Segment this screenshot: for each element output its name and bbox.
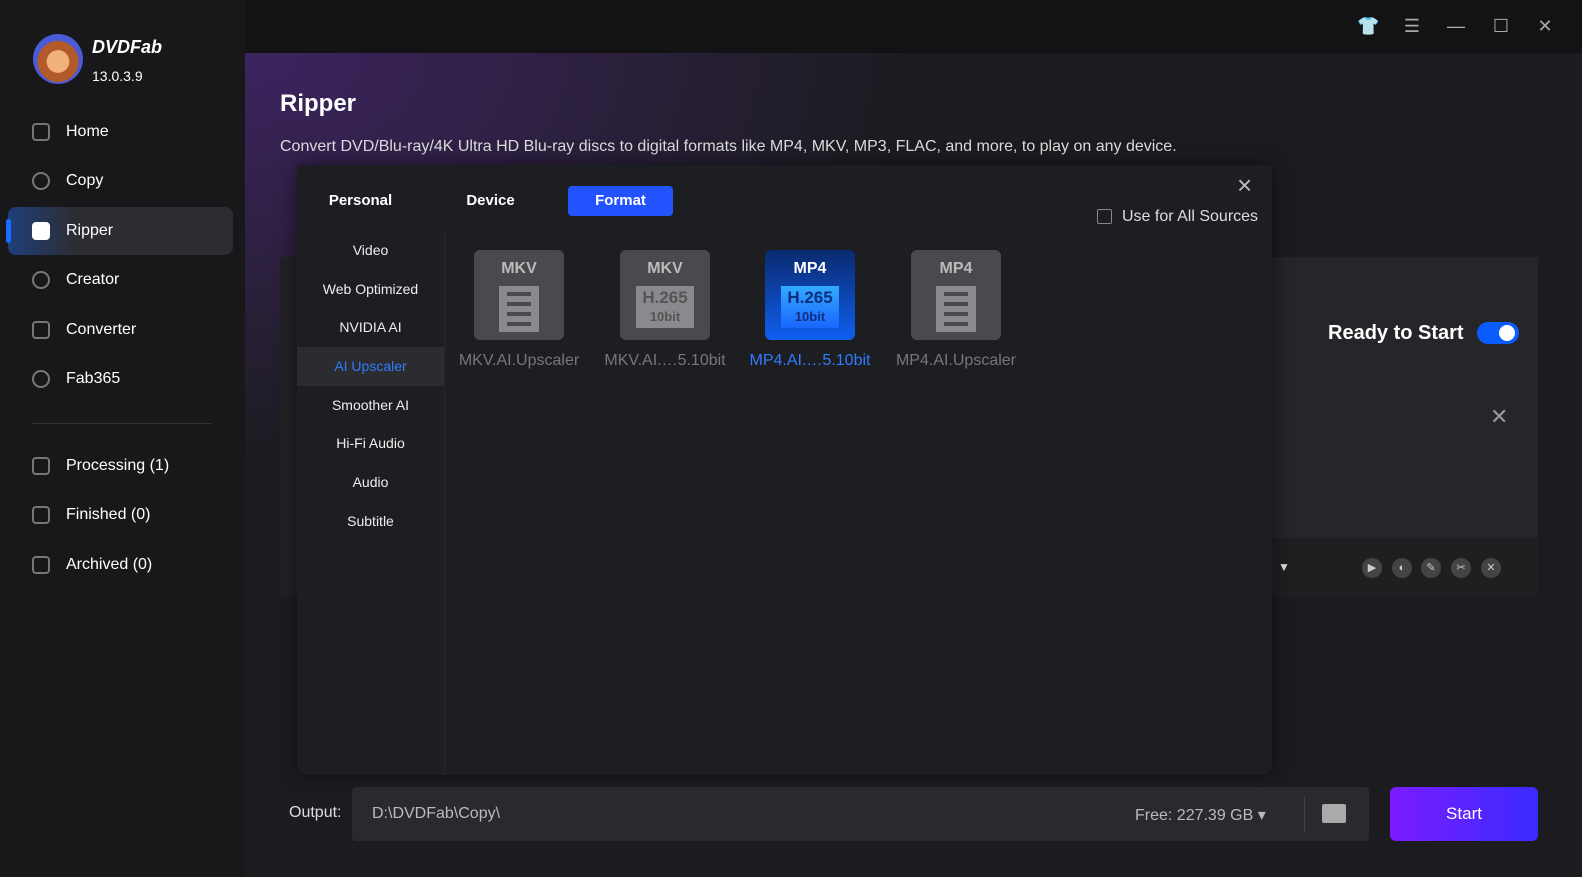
delete-icon[interactable]: ✕: [1481, 558, 1501, 578]
label: Converter: [66, 321, 137, 338]
skin-icon[interactable]: 👕: [1357, 16, 1379, 36]
menu-icon[interactable]: ☰: [1402, 16, 1422, 36]
copy-icon: [32, 172, 50, 190]
mkv-h265-icon: MKV H.265 10bit: [620, 250, 710, 340]
sidebar-item-finished[interactable]: Finished (0): [8, 491, 233, 539]
tab-format[interactable]: Format: [568, 186, 673, 216]
close-dialog-icon[interactable]: ×: [1237, 170, 1252, 201]
category-web-optimized[interactable]: Web Optimized: [297, 270, 444, 309]
format-label: MP4.AI.…5.10bit: [749, 352, 871, 369]
format-mkv-h265-10bit[interactable]: MKV H.265 10bit MKV.AI.…5.10bit: [595, 250, 735, 370]
divider: [32, 423, 212, 424]
format-mkv-ai-upscaler[interactable]: MKV MKV.AI.Upscaler: [449, 250, 589, 370]
home-icon: [32, 123, 50, 141]
task-settings: [1273, 258, 1538, 538]
fab365-icon: [32, 370, 50, 388]
codec: H.265: [787, 288, 833, 307]
label: Processing (1): [66, 457, 170, 474]
processing-icon: [32, 457, 50, 475]
bit: 10bit: [794, 309, 826, 324]
category-video[interactable]: Video: [297, 231, 444, 270]
title-bar: [245, 0, 1582, 53]
mp4-format-icon: MP4: [911, 250, 1001, 340]
ready-toggle[interactable]: [1477, 322, 1519, 344]
dvdfab-logo: [33, 34, 83, 84]
badge: MKV: [647, 260, 683, 277]
category-subtitle[interactable]: Subtitle: [297, 502, 444, 541]
badge: MP4: [939, 260, 973, 277]
sidebar-item-copy[interactable]: Copy: [8, 157, 233, 205]
label: Home: [66, 123, 109, 140]
profile-dialog: Personal Device Format × Use for All Sou…: [297, 165, 1272, 775]
tab-personal[interactable]: Personal: [313, 186, 408, 216]
label: Ripper: [66, 222, 114, 239]
output-path: D:\DVDFab\Copy\: [372, 805, 501, 822]
free-space-dropdown[interactable]: Free: 227.39 GB ▾: [1135, 805, 1266, 825]
remove-task-icon[interactable]: ✕: [1490, 404, 1508, 430]
category-audio[interactable]: Audio: [297, 463, 444, 502]
label: Fab365: [66, 370, 121, 387]
finished-icon: [32, 506, 50, 524]
sidebar-item-ripper[interactable]: Ripper: [6, 207, 233, 255]
bit: 10bit: [649, 309, 681, 324]
maximize-icon[interactable]: ☐: [1491, 16, 1511, 36]
archived-icon: [32, 556, 50, 574]
badge: MKV: [501, 260, 537, 277]
creator-icon: [32, 271, 50, 289]
output-path-field[interactable]: D:\DVDFab\Copy\ Free: 227.39 GB ▾: [352, 787, 1369, 841]
sidebar-item-creator[interactable]: Creator: [8, 256, 233, 304]
ripper-icon: [32, 222, 50, 240]
mkv-format-icon: MKV: [474, 250, 564, 340]
label: Finished (0): [66, 506, 151, 523]
format-mp4-h265-10bit[interactable]: MP4 H.265 10bit MP4.AI.…5.10bit: [740, 250, 880, 370]
format-label: MP4.AI.Upscaler: [895, 352, 1017, 369]
label: Creator: [66, 271, 120, 288]
sidebar-item-home[interactable]: Home: [8, 108, 233, 156]
folder-icon[interactable]: [1322, 804, 1346, 823]
edit-icon[interactable]: ✎: [1421, 558, 1441, 578]
brand-name: DVDFab: [92, 37, 163, 57]
badge: MP4: [793, 260, 827, 277]
play-icon[interactable]: ▶: [1362, 558, 1382, 578]
category-smoother-ai[interactable]: Smoother AI: [297, 386, 444, 425]
task-status: Ready to Start: [1328, 322, 1464, 344]
page-title: Ripper: [280, 90, 357, 117]
format-label: MKV.AI.Upscaler: [458, 352, 580, 369]
minimize-icon[interactable]: —: [1446, 16, 1466, 36]
start-button[interactable]: Start: [1390, 787, 1538, 841]
format-mp4-ai-upscaler[interactable]: MP4 MP4.AI.Upscaler: [886, 250, 1026, 370]
page-description: Convert DVD/Blu-ray/4K Ultra HD Blu-ray …: [280, 138, 1177, 155]
film-icon: [936, 286, 976, 332]
tab-device[interactable]: Device: [443, 186, 538, 216]
audio-icon[interactable]: ◐: [1392, 558, 1412, 578]
category-ai-upscaler[interactable]: AI Upscaler: [297, 347, 444, 386]
sidebar-item-archived[interactable]: Archived (0): [8, 541, 233, 589]
label: Copy: [66, 172, 104, 189]
divider: [1304, 797, 1305, 831]
category-nvidia-ai[interactable]: NVIDIA AI: [297, 308, 444, 347]
codec: H.265: [642, 288, 688, 307]
mp4-h265-icon: MP4 H.265 10bit: [765, 250, 855, 340]
converter-icon: [32, 321, 50, 339]
sidebar: DVDFab 13.0.3.9 Home Copy Ripper Creator…: [0, 0, 245, 877]
sidebar-item-fab365[interactable]: Fab365: [8, 355, 233, 403]
category-hifi-audio[interactable]: Hi-Fi Audio: [297, 424, 444, 463]
expand-icon[interactable]: ▼: [1278, 560, 1290, 574]
sidebar-item-converter[interactable]: Converter: [8, 306, 233, 354]
cut-icon[interactable]: ✂: [1451, 558, 1471, 578]
category-list: Video Web Optimized NVIDIA AI AI Upscale…: [297, 231, 445, 775]
format-label: MKV.AI.…5.10bit: [604, 352, 726, 369]
version: 13.0.3.9: [92, 68, 143, 84]
output-label: Output:: [289, 804, 342, 821]
film-icon: [499, 286, 539, 332]
sidebar-item-processing[interactable]: Processing (1): [8, 442, 233, 490]
label: Archived (0): [66, 556, 153, 573]
use-all-sources-label: Use for All Sources: [1122, 208, 1259, 225]
close-icon[interactable]: ✕: [1535, 16, 1555, 36]
use-all-sources-checkbox[interactable]: [1097, 209, 1112, 224]
